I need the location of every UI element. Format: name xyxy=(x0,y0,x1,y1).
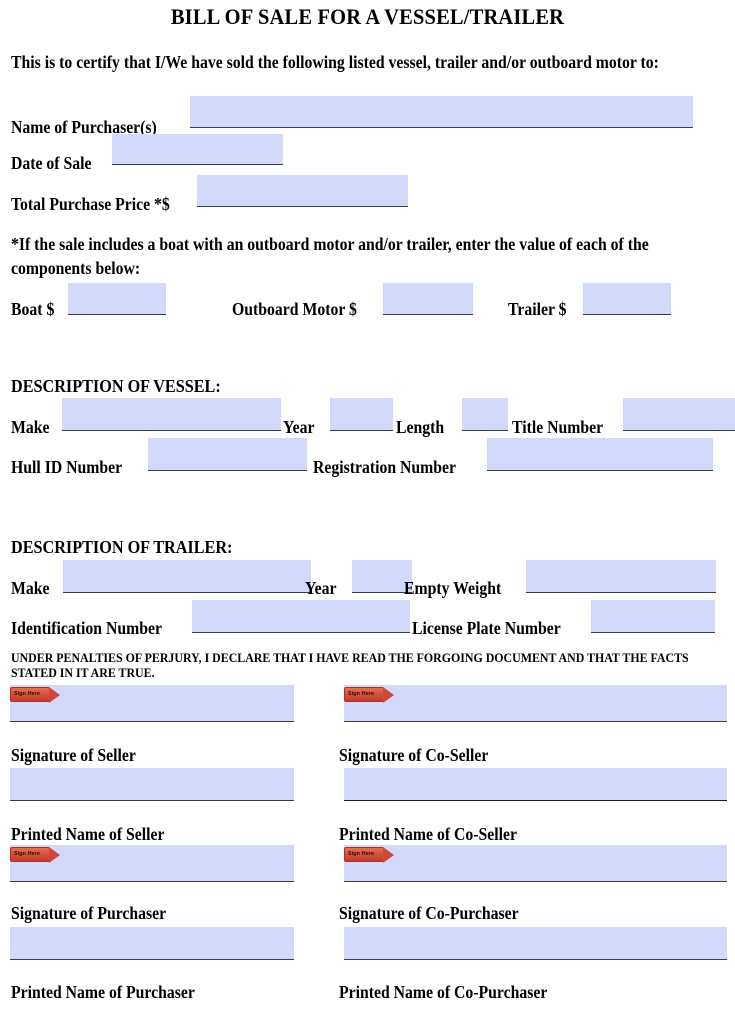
vessel-section-heading: DESCRIPTION OF VESSEL: xyxy=(11,376,221,396)
signature-of-co-purchaser-field[interactable] xyxy=(344,845,727,882)
trailer-license-plate-label: License Plate Number xyxy=(412,618,561,638)
printed-name-of-seller-label: Printed Name of Seller xyxy=(11,824,165,844)
trailer-make-field[interactable] xyxy=(63,560,311,593)
trailer-make-label: Make xyxy=(11,578,50,598)
name-of-purchaser-field[interactable] xyxy=(190,96,693,128)
vessel-make-field[interactable] xyxy=(62,398,281,431)
vessel-title-number-field[interactable] xyxy=(623,398,735,431)
printed-name-of-co-purchaser-label: Printed Name of Co-Purchaser xyxy=(339,982,548,1002)
vessel-year-label: Year xyxy=(283,417,315,437)
signature-of-purchaser-label: Signature of Purchaser xyxy=(11,903,167,923)
boat-value-label: Boat $ xyxy=(11,299,55,319)
vessel-length-field[interactable] xyxy=(462,398,508,431)
outboard-motor-value-field[interactable] xyxy=(383,283,473,315)
printed-name-of-purchaser-field[interactable] xyxy=(10,927,294,960)
printed-name-of-purchaser-label: Printed Name of Purchaser xyxy=(11,982,195,1002)
component-value-note: *If the sale includes a boat with an out… xyxy=(11,234,653,278)
vessel-title-number-label: Title Number xyxy=(512,417,604,437)
page-title: BILL OF SALE FOR A VESSEL/TRAILER xyxy=(170,4,565,29)
intro-paragraph: This is to certify that I/We have sold t… xyxy=(11,52,659,72)
date-of-sale-field[interactable] xyxy=(112,134,283,165)
signature-of-co-seller-label: Signature of Co-Seller xyxy=(339,745,489,765)
trailer-year-label: Year xyxy=(305,578,337,598)
printed-name-of-co-seller-field[interactable] xyxy=(344,768,727,801)
sign-here-tab-label: Sign Here xyxy=(348,691,375,697)
trailer-identification-number-field[interactable] xyxy=(192,600,410,633)
trailer-value-label: Trailer $ xyxy=(508,299,567,319)
printed-name-of-co-purchaser-field[interactable] xyxy=(344,927,727,960)
outboard-motor-value-label: Outboard Motor $ xyxy=(232,299,357,319)
trailer-section-heading: DESCRIPTION OF TRAILER: xyxy=(11,537,233,557)
trailer-identification-number-label: Identification Number xyxy=(11,618,162,638)
sign-here-tab-co-seller-signature[interactable]: Sign Here xyxy=(344,687,394,703)
sign-here-tab-label: Sign Here xyxy=(14,851,41,857)
vessel-make-label: Make xyxy=(11,417,50,437)
total-purchase-price-field[interactable] xyxy=(197,175,408,207)
total-purchase-price-label: Total Purchase Price *$ xyxy=(11,194,170,214)
bill-of-sale-document: BILL OF SALE FOR A VESSEL/TRAILER This i… xyxy=(0,0,735,1024)
vessel-hull-id-label: Hull ID Number xyxy=(11,457,123,477)
vessel-hull-id-field[interactable] xyxy=(148,438,307,471)
perjury-statement: UNDER PENALTIES OF PERJURY, I DECLARE TH… xyxy=(11,651,692,680)
sign-here-tab-purchaser-signature[interactable]: Sign Here xyxy=(10,847,60,863)
vessel-registration-number-field[interactable] xyxy=(487,438,713,471)
signature-of-co-seller-field[interactable] xyxy=(344,685,727,722)
signature-of-seller-label: Signature of Seller xyxy=(11,745,136,765)
vessel-year-field[interactable] xyxy=(330,398,393,431)
sign-here-tab-label: Sign Here xyxy=(14,691,41,697)
date-of-sale-label: Date of Sale xyxy=(11,153,92,173)
trailer-empty-weight-label: Empty Weight xyxy=(404,578,502,598)
signature-of-co-purchaser-label: Signature of Co-Purchaser xyxy=(339,903,519,923)
printed-name-of-seller-field[interactable] xyxy=(10,768,294,801)
trailer-license-plate-field[interactable] xyxy=(591,600,715,633)
trailer-empty-weight-field[interactable] xyxy=(526,560,716,593)
sign-here-tab-co-purchaser-signature[interactable]: Sign Here xyxy=(344,847,394,863)
trailer-year-field[interactable] xyxy=(352,560,412,593)
printed-name-of-co-seller-label: Printed Name of Co-Seller xyxy=(339,824,518,844)
sign-here-tab-label: Sign Here xyxy=(348,851,375,857)
boat-value-field[interactable] xyxy=(68,283,166,315)
sign-here-tab-seller-signature[interactable]: Sign Here xyxy=(10,687,60,703)
vessel-length-label: Length xyxy=(396,417,445,437)
vessel-registration-number-label: Registration Number xyxy=(313,457,457,477)
trailer-value-field[interactable] xyxy=(583,283,671,315)
